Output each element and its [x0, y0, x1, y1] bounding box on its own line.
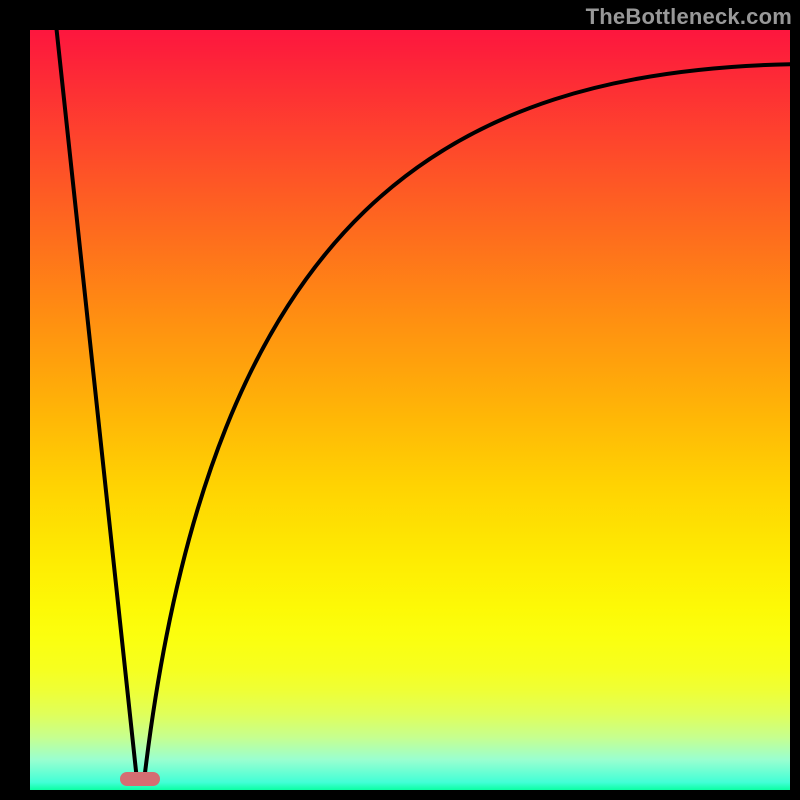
minimum-marker	[120, 772, 160, 786]
watermark: TheBottleneck.com	[586, 4, 792, 30]
right-branch-curve	[145, 64, 790, 775]
left-branch-line	[57, 30, 137, 775]
frame: TheBottleneck.com	[0, 0, 800, 800]
curve-overlay	[0, 0, 800, 800]
